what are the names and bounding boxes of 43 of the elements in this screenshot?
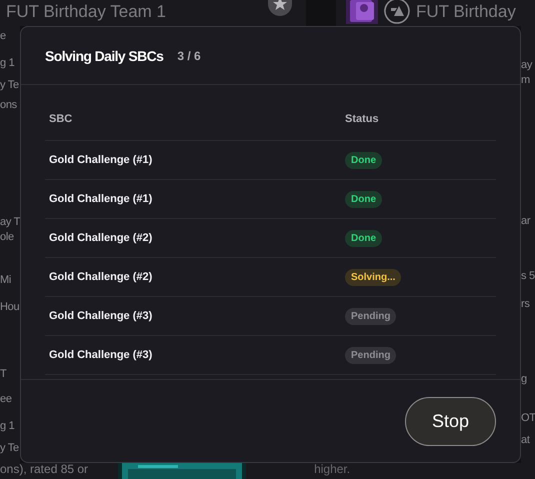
card-text: Hou <box>0 301 20 314</box>
table-cell: Gold Challenge (#1) <box>49 154 152 166</box>
card-text: at <box>521 434 531 447</box>
table-cell: Gold Challenge (#2) <box>49 232 152 244</box>
table-cell: Gold Challenge (#1) <box>49 193 152 205</box>
progress-count: 3 / 6 <box>177 48 201 62</box>
stop-button[interactable]: Stop <box>405 396 496 446</box>
card-text: y Te <box>0 79 20 92</box>
card-title: FUT Birthday <box>416 2 516 22</box>
card-text: Mi <box>0 274 12 287</box>
card-text: higher. <box>314 463 350 476</box>
column-header: Status <box>345 112 379 124</box>
card-text: s 5 <box>521 270 535 283</box>
card-text: y Te <box>0 442 20 455</box>
card-text: T <box>0 368 8 381</box>
status-badge: Done <box>345 190 382 208</box>
logo-icon <box>384 0 410 24</box>
status-badge: Done <box>345 152 382 168</box>
card-text: rs <box>521 298 531 311</box>
card-text: e <box>0 30 7 43</box>
status-badge: Pending <box>345 308 396 324</box>
table-cell: Gold Challenge (#3) <box>49 310 152 322</box>
status-badge: Done <box>345 230 382 246</box>
card-text: g 1 <box>0 420 16 433</box>
status-badge: Pending <box>345 346 396 364</box>
card-text: ay T <box>0 216 20 229</box>
card-text: ole <box>0 231 15 244</box>
dialog-title: Solving Daily SBCs <box>45 48 164 64</box>
card-text: g 1 <box>0 57 16 70</box>
column-header: SBC <box>49 112 72 124</box>
card-text: ar <box>521 215 532 228</box>
card-text: ee <box>0 393 13 406</box>
card-text: m <box>521 74 531 87</box>
card-text: ons), rated 85 or <box>0 463 88 476</box>
card-title: FUT Birthday Team 1 <box>6 2 166 22</box>
status-badge: Solving... <box>345 268 402 286</box>
table-cell: Gold Challenge (#3) <box>49 349 152 361</box>
card-text: g <box>521 373 528 386</box>
card-text: ay <box>521 59 534 72</box>
star-icon[interactable] <box>268 0 292 16</box>
table-cell: Gold Challenge (#2) <box>49 271 152 283</box>
card-text: OT <box>521 412 535 425</box>
card-text: ons <box>0 99 18 112</box>
